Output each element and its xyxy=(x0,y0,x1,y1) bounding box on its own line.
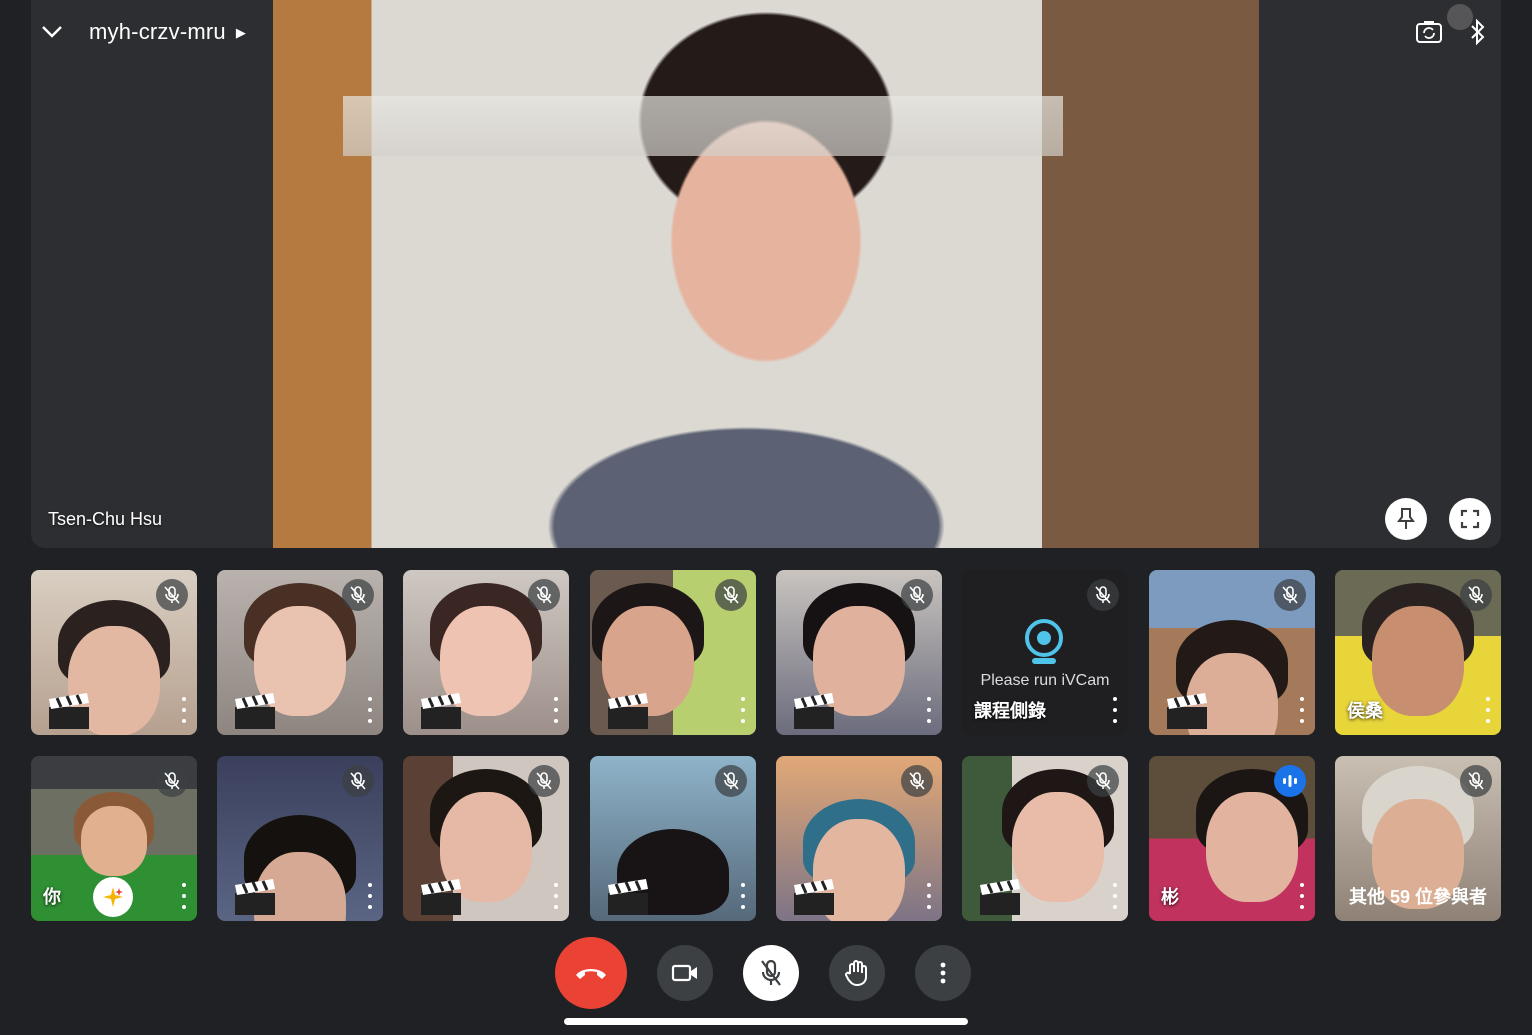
raise-hand-button[interactable] xyxy=(829,945,885,1001)
top-right-actions xyxy=(1415,0,1501,64)
participant-tile[interactable] xyxy=(217,756,383,921)
clapperboard-icon xyxy=(421,879,461,915)
call-controls xyxy=(555,937,971,1009)
pin-icon[interactable] xyxy=(1385,498,1427,540)
participant-face xyxy=(81,805,147,876)
more-options-icon[interactable] xyxy=(1108,697,1122,723)
camera-toggle-button[interactable] xyxy=(657,945,713,1001)
mic-off-icon xyxy=(528,765,560,797)
mic-off-icon xyxy=(1087,579,1119,611)
more-options-icon[interactable] xyxy=(177,697,191,723)
participant-name: 侯桑 xyxy=(1347,701,1383,721)
more-options-icon[interactable] xyxy=(363,697,377,723)
mic-off-icon xyxy=(761,959,781,986)
visual-effects-icon[interactable] xyxy=(93,877,133,917)
more-options-icon[interactable] xyxy=(922,883,936,909)
mic-off-icon xyxy=(1274,579,1306,611)
more-options-icon[interactable] xyxy=(736,697,750,723)
participant-tile[interactable] xyxy=(217,570,383,735)
mic-off-icon xyxy=(156,579,188,611)
mic-off-icon xyxy=(342,765,374,797)
more-vert-icon xyxy=(940,962,946,984)
others-participants-tile[interactable]: 其他 59 位參與者 xyxy=(1335,756,1501,921)
participant-tile[interactable] xyxy=(403,756,569,921)
participant-tile[interactable]: Please run iVCam 課程側錄 xyxy=(962,570,1128,735)
speaking-indicator-icon xyxy=(1274,765,1306,797)
more-options-icon[interactable] xyxy=(1481,697,1495,723)
participant-face xyxy=(1205,792,1298,903)
active-speaker-video[interactable] xyxy=(273,0,1259,548)
meeting-code[interactable]: myh-crzv-mru xyxy=(89,19,226,45)
hand-icon xyxy=(845,960,867,987)
clapperboard-icon xyxy=(608,693,648,729)
mic-off-icon xyxy=(901,579,933,611)
home-indicator[interactable] xyxy=(564,1018,968,1025)
clapperboard-icon xyxy=(980,879,1020,915)
video-camera-icon xyxy=(671,964,697,982)
mic-off-icon xyxy=(715,765,747,797)
more-options-icon[interactable] xyxy=(736,883,750,909)
participant-tile[interactable] xyxy=(962,756,1128,921)
stage-actions xyxy=(1385,498,1491,540)
participant-tile[interactable] xyxy=(403,570,569,735)
more-options-icon[interactable] xyxy=(363,883,377,909)
mic-off-icon xyxy=(901,765,933,797)
clapperboard-icon xyxy=(421,693,461,729)
end-call-button[interactable] xyxy=(555,937,627,1009)
participant-name: 彬 xyxy=(1161,887,1179,907)
mini-mute-indicator xyxy=(1447,4,1473,30)
participant-tile[interactable]: 侯桑 xyxy=(1335,570,1501,735)
more-options-icon[interactable] xyxy=(922,697,936,723)
main-stage[interactable]: myh-crzv-mru ▶ Tsen-Chu Hsu xyxy=(31,0,1501,548)
clapperboard-icon xyxy=(794,693,834,729)
chevron-down-icon[interactable] xyxy=(37,17,67,47)
participant-tile[interactable] xyxy=(776,570,942,735)
participant-face xyxy=(1372,606,1464,717)
mic-off-icon xyxy=(528,579,560,611)
more-options-icon[interactable] xyxy=(1108,883,1122,909)
mic-off-icon xyxy=(156,765,188,797)
clapperboard-icon xyxy=(235,879,275,915)
more-options-icon[interactable] xyxy=(177,883,191,909)
more-options-icon[interactable] xyxy=(549,697,563,723)
hang-up-icon xyxy=(576,969,606,979)
clapperboard-icon xyxy=(235,693,275,729)
participant-tile[interactable] xyxy=(590,756,756,921)
mic-off-icon xyxy=(715,579,747,611)
participant-tile[interactable]: 彬 xyxy=(1149,756,1315,921)
fullscreen-icon[interactable] xyxy=(1449,498,1491,540)
participant-name: 你 xyxy=(43,887,61,907)
caret-right-icon[interactable]: ▶ xyxy=(236,25,246,41)
clapperboard-icon xyxy=(49,693,89,729)
participant-tile[interactable] xyxy=(776,756,942,921)
more-options-icon[interactable] xyxy=(1295,697,1309,723)
active-speaker-name: Tsen-Chu Hsu xyxy=(48,509,163,529)
participant-face xyxy=(1012,792,1105,903)
bluetooth-icon[interactable] xyxy=(1447,4,1487,46)
mic-off-icon xyxy=(1460,579,1492,611)
more-options-icon[interactable] xyxy=(1295,883,1309,909)
clapperboard-icon xyxy=(794,879,834,915)
clapperboard-icon xyxy=(608,879,648,915)
more-options-button[interactable] xyxy=(915,945,971,1001)
ivcam-logo-icon xyxy=(1025,619,1063,664)
participant-name: 課程側錄 xyxy=(974,701,1046,721)
mic-off-icon xyxy=(342,579,374,611)
participant-tile[interactable] xyxy=(1149,570,1315,735)
switch-camera-icon[interactable] xyxy=(1415,19,1443,45)
participant-tile-self[interactable]: 你 xyxy=(31,756,197,921)
participant-tile[interactable] xyxy=(31,570,197,735)
participant-tile[interactable] xyxy=(590,570,756,735)
others-count-label: 其他 59 位參與者 xyxy=(1348,887,1488,907)
mic-off-icon xyxy=(1087,765,1119,797)
more-options-icon[interactable] xyxy=(549,883,563,909)
mic-off-icon xyxy=(1460,765,1492,797)
clapperboard-icon xyxy=(1167,693,1207,729)
mic-toggle-button[interactable] xyxy=(743,945,799,1001)
meeting-header: myh-crzv-mru ▶ xyxy=(31,0,246,64)
ivcam-placeholder-text: Please run iVCam xyxy=(980,672,1110,689)
